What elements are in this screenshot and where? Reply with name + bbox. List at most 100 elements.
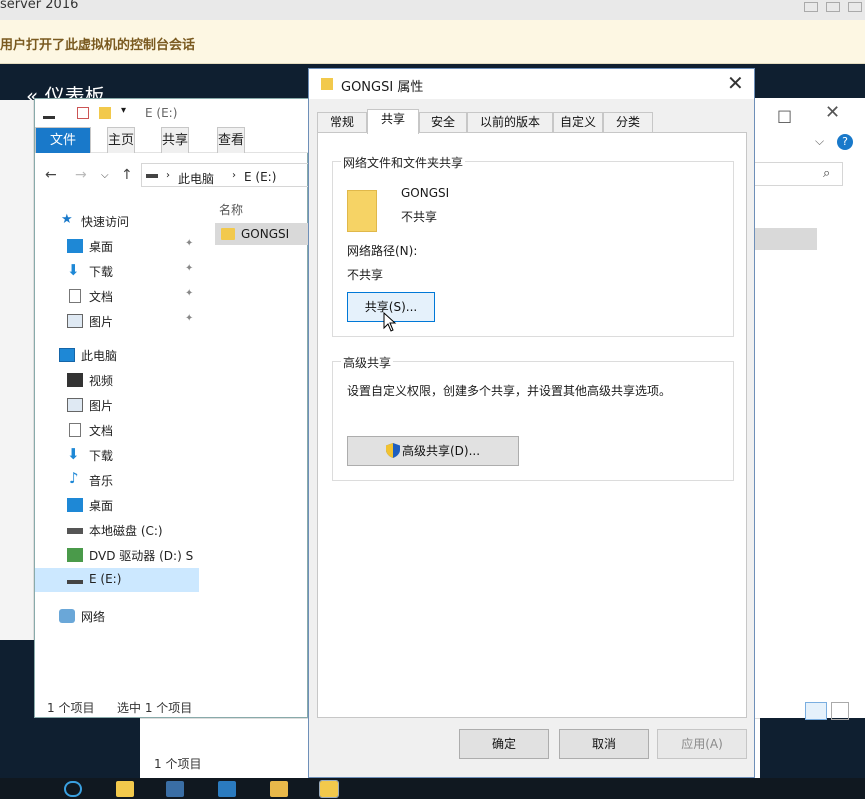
network-icon bbox=[59, 609, 75, 623]
nav-item-pc-documents[interactable]: 文档 bbox=[35, 418, 199, 442]
tab-general[interactable]: 常规 bbox=[317, 112, 367, 133]
help-icon[interactable]: ? bbox=[837, 134, 853, 150]
vm-restore-icon[interactable] bbox=[826, 2, 840, 12]
explorer-title-bar: ▾ E (E:) bbox=[35, 99, 309, 127]
explorer-right-area: □ ✕ ⌵ ? ⌕ bbox=[755, 98, 865, 720]
drive-small-icon bbox=[146, 174, 158, 178]
folder-task-icon[interactable] bbox=[270, 781, 288, 797]
nav-item-documents[interactable]: 文档 ✦ bbox=[35, 284, 199, 308]
pin-icon[interactable]: ✦ bbox=[185, 313, 193, 324]
file-row[interactable]: GONGSI bbox=[215, 223, 309, 245]
tab-classification[interactable]: 分类 bbox=[603, 112, 653, 133]
app-icon[interactable] bbox=[218, 781, 236, 797]
dialog-title-bar: GONGSI 属性 ✕ bbox=[309, 69, 754, 99]
nav-item-drive-c[interactable]: 本地磁盘 (C:) bbox=[35, 518, 199, 542]
nav-item-pictures[interactable]: 图片 ✦ bbox=[35, 309, 199, 333]
chevron-down-icon[interactable]: ⌵ bbox=[815, 134, 824, 149]
tab-sharing[interactable]: 共享 bbox=[367, 109, 419, 134]
tab-security[interactable]: 安全 bbox=[419, 112, 467, 133]
apply-button[interactable]: 应用(A) bbox=[657, 729, 747, 759]
vm-close-icon[interactable] bbox=[848, 2, 862, 12]
nav-item-downloads[interactable]: ⬇ 下载 ✦ bbox=[35, 259, 199, 283]
properties-icon[interactable] bbox=[77, 107, 89, 119]
nav-label: E (E:) bbox=[89, 572, 122, 586]
pin-icon[interactable]: ✦ bbox=[185, 263, 193, 274]
details-view-icon[interactable] bbox=[805, 702, 827, 720]
advanced-sharing-group: 高级共享 设置自定义权限，创建多个共享，并设置其他高级共享选项。 高级共享(D)… bbox=[332, 354, 734, 481]
tab-customize[interactable]: 自定义 bbox=[553, 112, 603, 133]
maximize-icon[interactable]: □ bbox=[777, 106, 792, 125]
ribbon-tab-share[interactable]: 共享 bbox=[161, 127, 190, 153]
vm-minimize-icon[interactable] bbox=[804, 2, 818, 12]
document-icon bbox=[69, 289, 81, 303]
folder-icon bbox=[221, 228, 235, 240]
ribbon-tab-home[interactable]: 主页 bbox=[107, 127, 136, 153]
quick-access-dropdown-icon[interactable]: ▾ bbox=[121, 105, 126, 116]
advanced-sharing-label: 高级共享(D)... bbox=[401, 444, 481, 458]
sharing-tab-panel: 网络文件和文件夹共享 GONGSI 不共享 网络路径(N): 不共享 共享(S)… bbox=[317, 132, 747, 718]
vm-notice-bar: 用户打开了此虚拟机的控制台会话 bbox=[0, 20, 865, 64]
tab-previous-versions[interactable]: 以前的版本 bbox=[467, 112, 553, 133]
breadcrumb-separator-icon: › bbox=[166, 170, 170, 181]
nav-label: 音乐 bbox=[89, 474, 114, 488]
forward-icon[interactable]: → bbox=[75, 167, 87, 183]
active-folder-task-icon[interactable] bbox=[319, 780, 339, 798]
nav-item-pc-pictures[interactable]: 图片 bbox=[35, 393, 199, 417]
up-icon[interactable]: ↑ bbox=[121, 167, 133, 183]
browser-icon[interactable] bbox=[64, 781, 82, 797]
star-icon: ★ bbox=[61, 212, 73, 227]
pictures-icon bbox=[67, 398, 83, 412]
nav-item-pc-desktop[interactable]: 桌面 bbox=[35, 493, 199, 517]
drive-icon bbox=[67, 528, 83, 534]
search-icon[interactable]: ⌕ bbox=[823, 166, 830, 181]
nav-label: 桌面 bbox=[89, 240, 114, 254]
file-explorer-icon[interactable] bbox=[116, 781, 134, 797]
nav-item-desktop[interactable]: 桌面 ✦ bbox=[35, 234, 199, 258]
advanced-description: 设置自定义权限，创建多个共享，并设置其他高级共享选项。 bbox=[347, 384, 672, 398]
group-title: 网络文件和文件夹共享 bbox=[341, 154, 466, 171]
recent-dropdown-icon[interactable]: ⌵ bbox=[101, 170, 109, 181]
breadcrumb-this-pc[interactable]: 此电脑 bbox=[178, 170, 214, 187]
window-close-icon[interactable]: ✕ bbox=[825, 102, 840, 123]
nav-item-videos[interactable]: 视频 bbox=[35, 368, 199, 392]
advanced-sharing-button[interactable]: 高级共享(D)... bbox=[347, 436, 519, 466]
drive-icon bbox=[67, 580, 83, 584]
download-icon: ⬇ bbox=[67, 445, 80, 463]
ribbon-tab-view[interactable]: 查看 bbox=[217, 127, 246, 153]
new-folder-icon[interactable] bbox=[99, 107, 111, 119]
server-manager-icon[interactable] bbox=[166, 781, 184, 797]
pin-icon[interactable]: ✦ bbox=[185, 238, 193, 249]
document-icon bbox=[69, 423, 81, 437]
network-sharing-group: 网络文件和文件夹共享 GONGSI 不共享 网络路径(N): 不共享 共享(S)… bbox=[332, 154, 734, 337]
ok-button[interactable]: 确定 bbox=[459, 729, 549, 759]
breadcrumb-drive-e[interactable]: E (E:) bbox=[244, 170, 276, 184]
nav-label: 图片 bbox=[89, 315, 114, 329]
cancel-button[interactable]: 取消 bbox=[559, 729, 649, 759]
close-icon[interactable]: ✕ bbox=[727, 71, 744, 95]
back-icon[interactable]: ← bbox=[45, 167, 57, 183]
nav-label: 视频 bbox=[89, 374, 114, 388]
background-explorer-nav bbox=[0, 100, 34, 640]
pin-icon[interactable]: ✦ bbox=[185, 288, 193, 299]
folder-share-state: 不共享 bbox=[401, 210, 438, 224]
column-header-name[interactable]: 名称 bbox=[219, 201, 243, 218]
dialog-tabs: 常规 共享 安全 以前的版本 自定义 分类 bbox=[317, 109, 747, 134]
nav-item-drive-e[interactable]: E (E:) bbox=[35, 568, 199, 592]
nav-item-pc-downloads[interactable]: ⬇ 下载 bbox=[35, 443, 199, 467]
nav-label: 下载 bbox=[89, 265, 114, 279]
nav-label: 此电脑 bbox=[81, 349, 118, 363]
nav-this-pc[interactable]: 此电脑 bbox=[35, 343, 199, 367]
tiles-view-icon[interactable] bbox=[831, 702, 849, 720]
nav-quick-access[interactable]: ★ 快速访问 bbox=[35, 209, 199, 233]
nav-label: 文档 bbox=[89, 290, 114, 304]
nav-network[interactable]: 网络 bbox=[35, 604, 199, 628]
explorer-window: ▾ E (E:) 文件 主页 共享 查看 ← → ⌵ ↑ › 此电脑 › E (… bbox=[34, 98, 309, 718]
navigation-pane: ★ 快速访问 桌面 ✦ ⬇ 下载 ✦ 文档 ✦ 图片 ✦ 此电脑 视频 图片 文… bbox=[35, 209, 199, 699]
nav-item-music[interactable]: ♪ 音乐 bbox=[35, 468, 199, 492]
mouse-cursor-icon bbox=[383, 312, 397, 332]
ribbon-tab-file[interactable]: 文件 bbox=[35, 127, 91, 153]
file-list: 名称 GONGSI bbox=[203, 193, 309, 693]
file-name: GONGSI bbox=[241, 227, 290, 241]
address-bar[interactable]: › 此电脑 › E (E:) bbox=[141, 163, 309, 187]
nav-item-dvd-drive[interactable]: DVD 驱动器 (D:) S bbox=[35, 543, 199, 567]
